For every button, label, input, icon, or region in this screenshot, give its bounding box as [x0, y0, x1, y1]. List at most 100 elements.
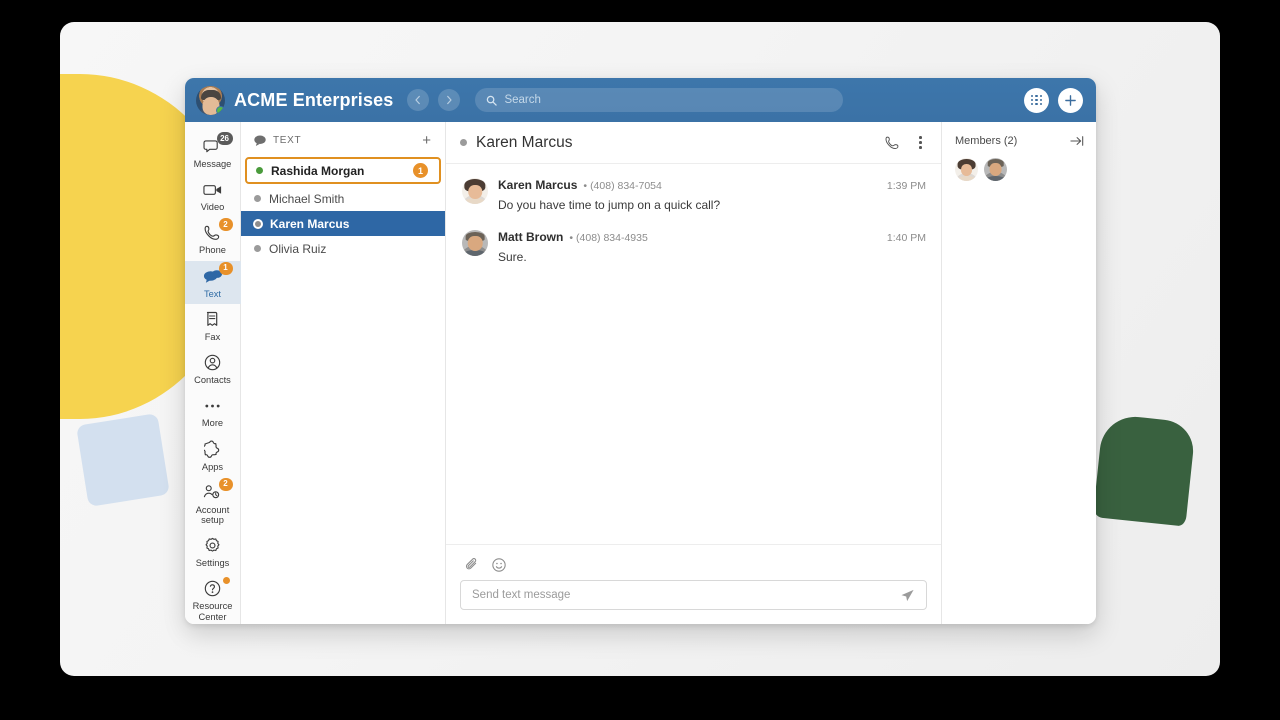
emoji-icon	[492, 557, 506, 572]
fax-icon	[201, 310, 225, 329]
search-box[interactable]	[475, 88, 844, 112]
sidebar-label-apps: Apps	[201, 461, 224, 472]
sidebar-item-video[interactable]: Video	[185, 174, 241, 217]
sidebar-label-text: Text	[203, 288, 222, 299]
phone-badge: 2	[218, 218, 233, 232]
message-time: 1:40 PM	[886, 232, 926, 245]
call-button[interactable]	[885, 135, 900, 150]
members-header: Members (2)	[955, 135, 1084, 147]
org-title: ACME Enterprises	[234, 89, 394, 110]
sidebar-item-phone[interactable]: 2 Phone	[185, 217, 241, 260]
video-icon	[201, 180, 225, 199]
collapse-panel-button[interactable]	[1070, 135, 1084, 147]
member-avatar[interactable]	[955, 158, 978, 181]
message-sender: Matt Brown	[498, 230, 564, 245]
sidebar-label-video: Video	[200, 202, 225, 213]
sidebar-item-resource-center[interactable]: Resource Center	[185, 573, 241, 624]
composer-tools	[460, 551, 927, 580]
send-button[interactable]	[898, 588, 917, 603]
message-composer	[446, 544, 941, 624]
message-time: 1:39 PM	[886, 180, 926, 192]
thread-menu-button[interactable]	[915, 134, 926, 151]
message-icon: 26	[201, 132, 233, 156]
message-item: Matt Brown • (408) 834-4935 1:40 PM Sure.	[462, 230, 926, 265]
sidebar-label-settings: Settings	[195, 558, 230, 569]
conversation-name: Karen Marcus	[270, 216, 350, 231]
presence-indicator	[255, 220, 261, 227]
conversation-name: Olivia Ruiz	[269, 241, 327, 256]
screenshot-stage: ACME Enterprises Search 26 Message Video…	[0, 0, 1280, 720]
sidebar-label-message: Message	[193, 159, 232, 169]
sidebar-item-more[interactable]: More	[185, 390, 241, 433]
kebab-menu-icon	[919, 136, 922, 139]
message-item: Karen Marcus • (408) 834-7054 1:39 PM Do …	[462, 178, 926, 213]
dialpad-icon	[1031, 94, 1042, 106]
sidebar-item-apps[interactable]: Apps	[185, 434, 241, 477]
thread-actions	[885, 134, 926, 151]
settings-icon	[201, 536, 225, 555]
members-avatar-list	[955, 158, 1084, 181]
sidebar-label-phone: Phone	[199, 245, 226, 256]
conversation-name: Rashida Morgan	[271, 163, 365, 178]
conversation-item-olivia-ruiz[interactable]: Olivia Ruiz	[241, 236, 445, 261]
account-avatar[interactable]	[196, 85, 225, 115]
text-icon: 1	[201, 261, 233, 286]
thread-header: Karen Marcus	[446, 122, 941, 164]
message-text: Sure.	[498, 250, 527, 265]
apps-icon	[201, 440, 225, 459]
conversation-item-michael-smith[interactable]: Michael Smith	[241, 186, 445, 211]
dialpad-button[interactable]	[1024, 87, 1049, 113]
message-badge: 26	[216, 132, 233, 145]
thread-presence-indicator	[460, 139, 467, 146]
app-window: ACME Enterprises Search 26 Message Video…	[185, 78, 1096, 624]
attach-file-button[interactable]	[465, 557, 479, 572]
plus-icon	[1065, 94, 1076, 106]
sidebar-label-contacts: Contacts	[194, 375, 231, 386]
sidebar-item-message[interactable]: 26 Message	[185, 131, 241, 174]
unread-badge: 1	[413, 163, 428, 178]
top-bar-actions	[1024, 87, 1083, 113]
members-title: Members (2)	[955, 135, 1018, 147]
sidebar-item-settings[interactable]: Settings	[185, 530, 241, 573]
send-icon	[901, 589, 914, 601]
account-setup-icon: 2	[201, 477, 233, 502]
sidebar-label-account-setup: Account setup	[195, 504, 230, 525]
forward-button[interactable]	[438, 89, 461, 111]
chevron-right-icon	[447, 95, 453, 105]
search-icon	[486, 95, 498, 106]
app-body: 26 Message Video 2 Phone 1 Text Fax Cont…	[185, 122, 1096, 624]
members-panel: Members (2)	[941, 122, 1096, 624]
sidebar-item-contacts[interactable]: Contacts	[185, 347, 241, 390]
conversation-item-karen-marcus[interactable]: Karen Marcus	[241, 211, 445, 236]
message-list[interactable]: Karen Marcus • (408) 834-7054 1:39 PM Do …	[446, 164, 941, 544]
message-avatar	[462, 230, 488, 257]
sidebar-label-fax: Fax	[204, 331, 221, 342]
sidebar-label-more: More	[201, 418, 224, 429]
search-input[interactable]	[504, 94, 833, 106]
message-text: Do you have time to jump on a quick call…	[498, 198, 721, 212]
message-avatar	[462, 178, 488, 204]
contacts-icon	[201, 353, 225, 372]
phone-icon: 2	[201, 218, 233, 242]
collapse-right-icon	[1070, 136, 1084, 146]
message-input[interactable]	[472, 589, 898, 601]
background-canvas: ACME Enterprises Search 26 Message Video…	[60, 22, 1220, 676]
back-button[interactable]	[407, 89, 430, 111]
member-avatar[interactable]	[984, 158, 1007, 181]
composer-field[interactable]	[460, 580, 927, 610]
sidebar-label-resource-center: Resource Center	[192, 601, 233, 622]
new-conversation-button[interactable]: +	[420, 133, 433, 148]
sidebar-item-account-setup[interactable]: 2 Account setup	[185, 477, 241, 530]
decorative-green-shape	[1092, 413, 1197, 527]
conversation-list-header: TEXT +	[241, 122, 445, 155]
new-item-button[interactable]	[1058, 87, 1083, 113]
emoji-button[interactable]	[492, 557, 506, 572]
presence-indicator	[256, 167, 263, 174]
sidebar-item-fax[interactable]: Fax	[185, 304, 241, 347]
message-phone: • (408) 834-4935	[569, 232, 648, 245]
text-badge: 1	[218, 261, 233, 275]
sidebar-item-text[interactable]: 1 Text	[185, 260, 241, 304]
phone-icon	[885, 136, 899, 149]
conversation-item-rashida-morgan[interactable]: Rashida Morgan 1	[245, 157, 441, 184]
paperclip-icon	[465, 558, 477, 570]
